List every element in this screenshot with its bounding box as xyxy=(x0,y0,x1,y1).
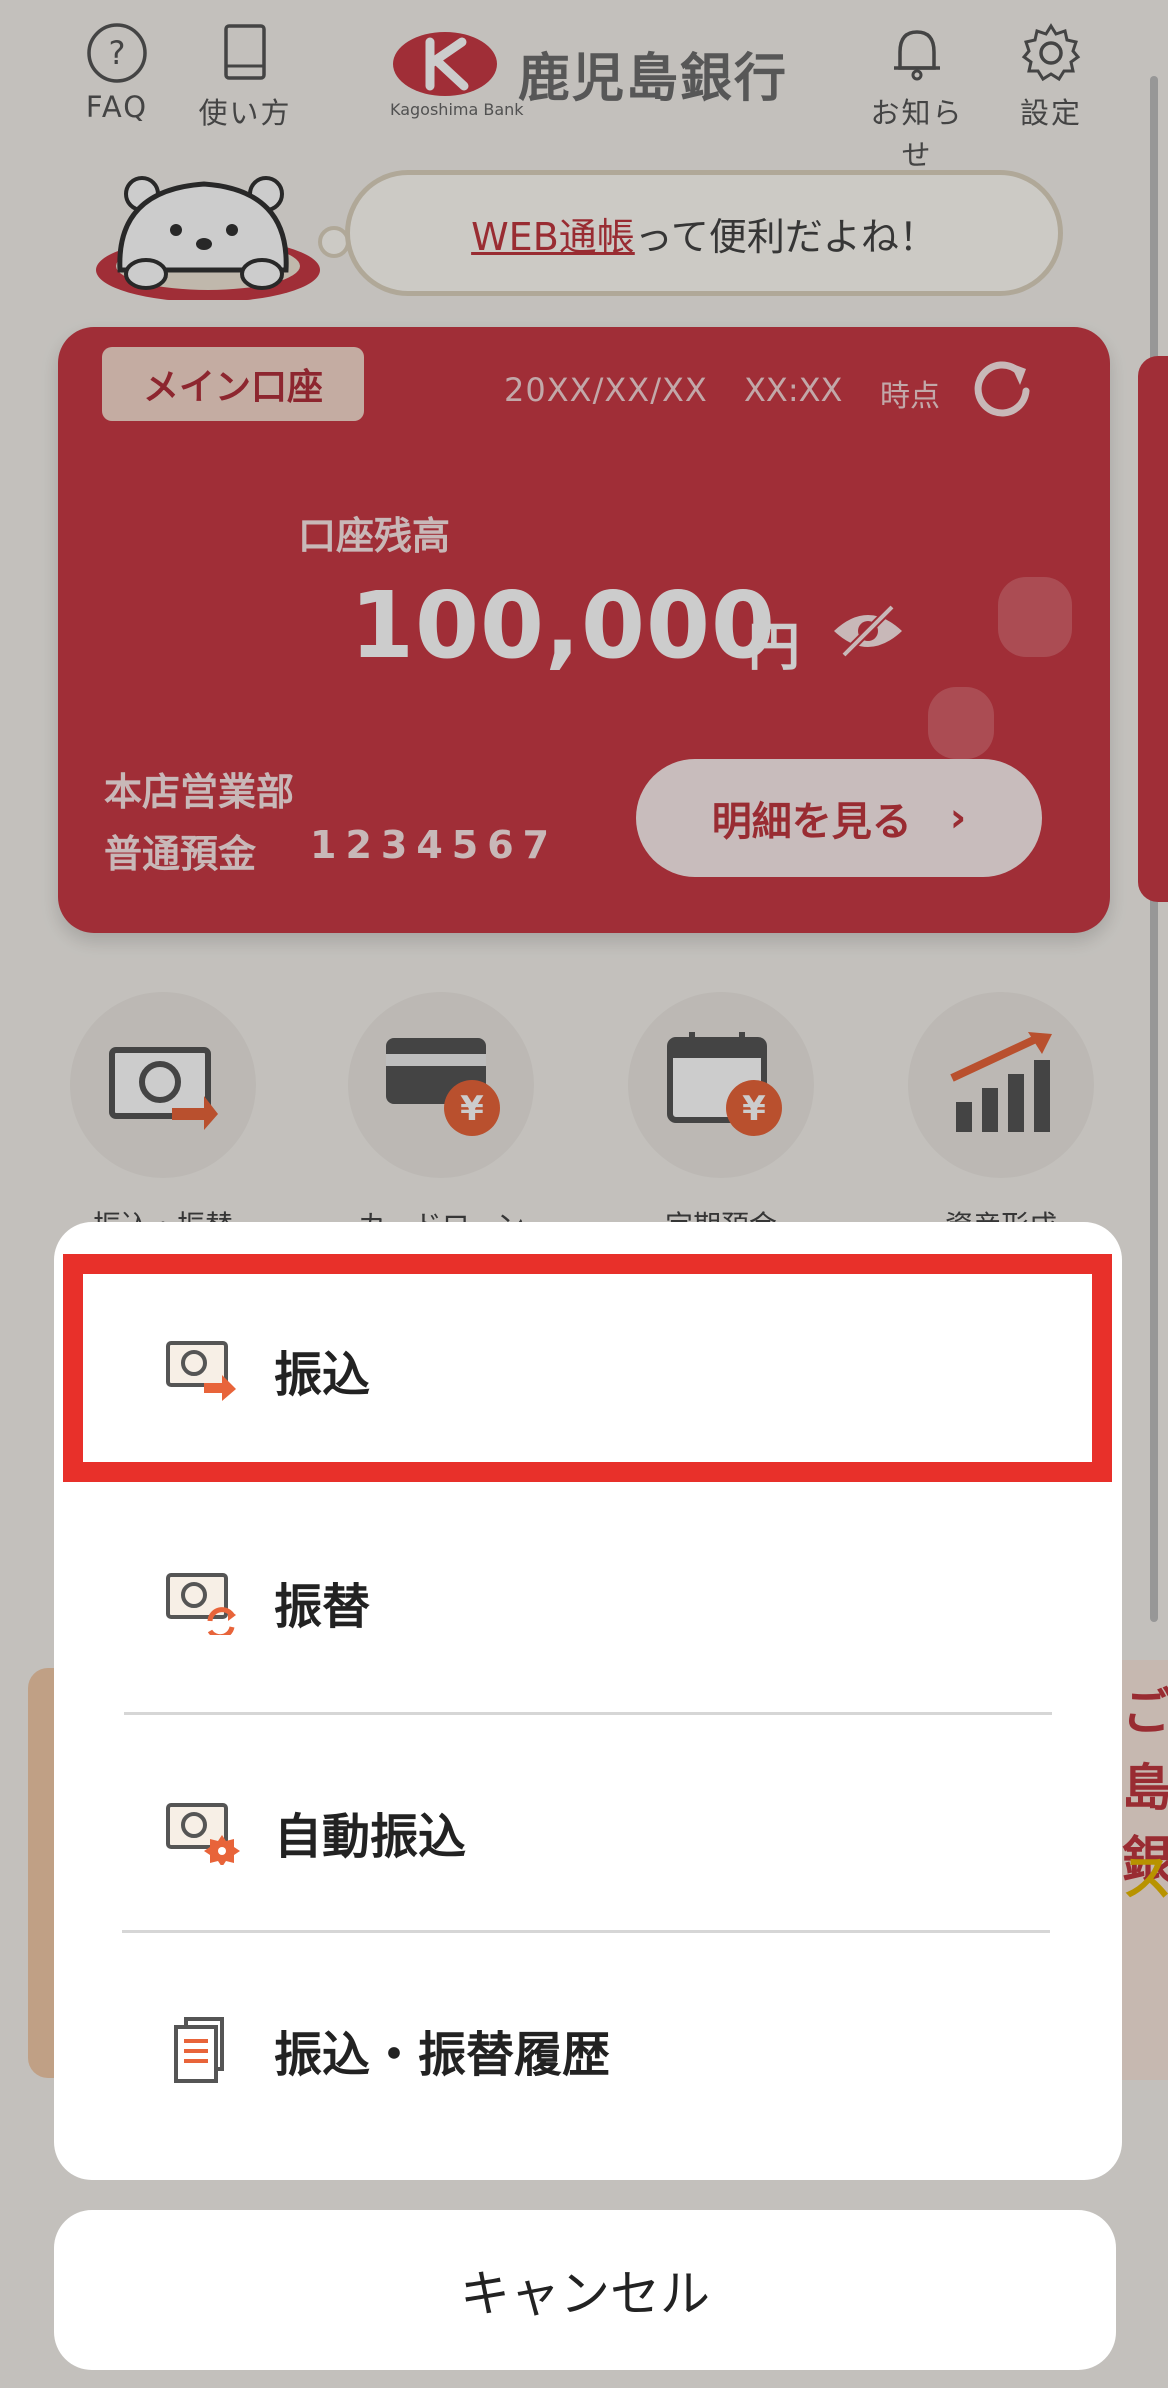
sheet-item-label: 振替 xyxy=(274,1579,371,1635)
sheet-item-auto-transfer[interactable]: 自動振込 xyxy=(54,1716,1122,1948)
divider xyxy=(122,1930,1050,1933)
highlight-frame xyxy=(63,1254,1112,1482)
auto-transfer-gear-icon xyxy=(166,1803,240,1865)
divider xyxy=(124,1712,1052,1715)
sheet-item-history[interactable]: 振込・振替履歴 xyxy=(54,1934,1122,2166)
transfer-refresh-icon xyxy=(166,1573,236,1635)
sheet-item-label: 自動振込 xyxy=(274,1809,467,1865)
sheet-item-label: 振込・振替履歴 xyxy=(274,2027,611,2083)
cancel-button[interactable]: キャンセル xyxy=(54,2210,1116,2370)
sheet-item-account-transfer[interactable]: 振替 xyxy=(54,1486,1122,1718)
history-document-icon xyxy=(174,2017,224,2083)
